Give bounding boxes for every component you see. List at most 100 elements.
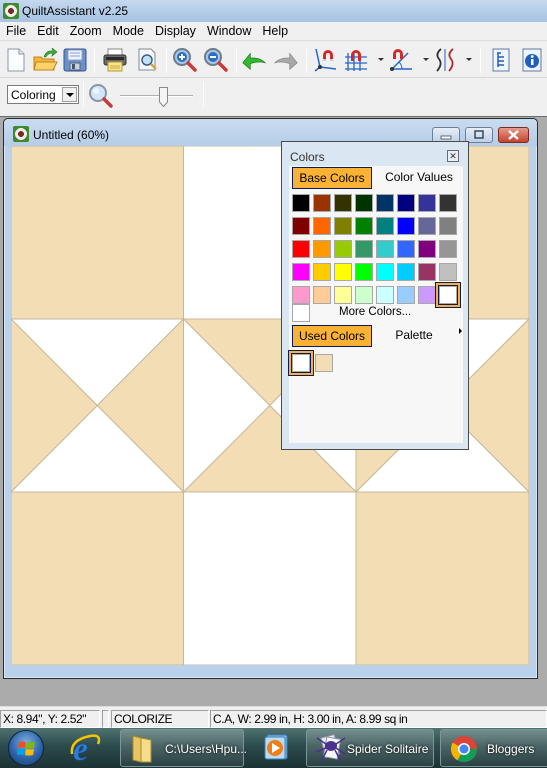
menu-display[interactable]: Display (149, 22, 201, 40)
zoom-out-button[interactable] (203, 46, 229, 74)
redo-button[interactable] (273, 46, 299, 74)
menu-mode[interactable]: Mode (107, 22, 149, 40)
base-color-swatch[interactable] (355, 194, 373, 212)
palette-submenu-arrow-icon[interactable] (459, 328, 462, 334)
snap-to-angle-button[interactable] (388, 46, 414, 74)
colors-panel-close-button[interactable]: ✕ (447, 150, 459, 162)
chevron-down-icon[interactable] (62, 87, 77, 102)
base-color-swatch[interactable] (334, 194, 352, 212)
curve-tool-dropdown-arrow[interactable] (466, 58, 472, 61)
base-color-swatch[interactable] (376, 263, 394, 281)
menu-window[interactable]: Window (201, 22, 256, 40)
base-color-swatch[interactable] (355, 263, 373, 281)
taskbar-chrome-label: Bloggers (487, 742, 535, 756)
tab-base-colors[interactable]: Base Colors (292, 167, 372, 189)
zoom-slider[interactable] (120, 87, 193, 109)
base-color-swatch[interactable] (376, 194, 394, 212)
base-color-swatch[interactable] (313, 286, 331, 304)
quilt-block-r0c0-patch[interactable] (11, 146, 184, 320)
base-color-swatch[interactable] (397, 240, 415, 258)
save-button[interactable] (62, 46, 88, 74)
base-color-swatch[interactable] (292, 240, 310, 258)
info-button[interactable] (519, 46, 545, 74)
base-color-swatch[interactable] (376, 217, 394, 235)
tab-used-colors[interactable]: Used Colors (292, 325, 372, 347)
taskbar-spider-solitaire-window[interactable]: Spider Solitaire (306, 729, 434, 767)
close-button[interactable] (498, 127, 529, 143)
base-color-swatch[interactable] (418, 240, 436, 258)
outline-button[interactable] (488, 46, 514, 74)
windows-taskbar: e C:\Users\Hpu... Spider Solitaire Blogg… (0, 728, 547, 768)
taskbar-explorer-window[interactable]: C:\Users\Hpu... (120, 729, 248, 767)
snap-to-grid-button[interactable] (343, 46, 369, 74)
base-color-swatch[interactable] (292, 194, 310, 212)
base-color-swatch[interactable] (439, 194, 457, 212)
base-color-swatch[interactable] (418, 194, 436, 212)
tab-palette[interactable]: Palette (379, 325, 449, 347)
open-button[interactable] (32, 46, 58, 74)
taskbar-chrome-window[interactable]: Bloggers (440, 729, 547, 767)
base-color-swatch[interactable] (376, 240, 394, 258)
status-coordinates: X: 8.94", Y: 2.52" (0, 710, 100, 728)
base-color-swatch[interactable] (313, 194, 331, 212)
base-color-swatch[interactable] (439, 263, 457, 281)
zoom-slider-thumb[interactable] (159, 87, 169, 108)
menu-help[interactable]: Help (256, 22, 293, 40)
start-button[interactable] (8, 730, 44, 766)
base-color-swatch[interactable] (334, 286, 352, 304)
base-color-swatch[interactable] (418, 263, 436, 281)
mode-select[interactable]: Coloring (7, 85, 79, 104)
more-colors-link[interactable]: More Colors... (339, 306, 411, 318)
used-color-swatch[interactable] (289, 351, 313, 375)
base-color-swatch[interactable] (292, 286, 310, 304)
more-colors-swatch[interactable] (292, 304, 310, 322)
snap-to-angle-dropdown-arrow[interactable] (423, 58, 429, 61)
media-player-button[interactable] (263, 732, 289, 762)
tab-color-values[interactable]: Color Values (379, 167, 459, 189)
base-color-swatch[interactable] (397, 263, 415, 281)
base-color-swatch[interactable] (376, 286, 394, 304)
base-color-swatch[interactable] (334, 217, 352, 235)
base-color-swatch[interactable] (439, 217, 457, 235)
menu-zoom[interactable]: Zoom (64, 22, 107, 40)
snap-to-intersection-button[interactable] (312, 46, 338, 74)
base-color-swatch[interactable] (418, 286, 436, 304)
base-color-swatch[interactable] (313, 263, 331, 281)
app-titlebar[interactable]: QuiltAssistant v2.25 (0, 0, 547, 22)
base-color-swatch[interactable] (397, 217, 415, 235)
base-color-swatch[interactable] (397, 286, 415, 304)
magnet-angle-icon (390, 49, 412, 71)
restore-button[interactable] (465, 127, 493, 143)
used-color-swatch[interactable] (315, 354, 333, 372)
quiltassistant-app-icon[interactable] (3, 3, 19, 19)
base-color-swatch[interactable] (313, 240, 331, 258)
snap-to-grid-dropdown-arrow[interactable] (378, 58, 384, 61)
base-color-swatch[interactable] (355, 286, 373, 304)
menu-file[interactable]: File (0, 22, 31, 40)
print-preview-button[interactable] (135, 46, 161, 74)
quilt-block-r2c1-patch[interactable] (183, 491, 357, 665)
zoom-slider-track[interactable] (120, 95, 193, 97)
menu-edit[interactable]: Edit (31, 22, 64, 40)
zoom-in-button[interactable] (172, 46, 198, 74)
base-color-swatch[interactable] (436, 283, 460, 307)
outline-document-icon (492, 48, 510, 72)
base-color-swatch[interactable] (313, 217, 331, 235)
quilt-block-r2c0-patch[interactable] (11, 491, 184, 665)
internet-explorer-button[interactable]: e (68, 731, 104, 768)
new-document-button[interactable] (3, 46, 29, 74)
base-color-swatch[interactable] (355, 240, 373, 258)
base-color-swatch[interactable] (439, 240, 457, 258)
base-color-swatch[interactable] (418, 217, 436, 235)
curve-tool-button[interactable] (432, 46, 458, 74)
base-color-swatch[interactable] (355, 217, 373, 235)
base-color-swatch[interactable] (292, 217, 310, 235)
base-color-swatch[interactable] (334, 240, 352, 258)
undo-button[interactable] (241, 46, 267, 74)
taskbar-explorer-label: C:\Users\Hpu... (165, 742, 248, 756)
print-button[interactable] (102, 46, 128, 74)
base-color-swatch[interactable] (397, 194, 415, 212)
base-color-swatch[interactable] (334, 263, 352, 281)
base-color-swatch[interactable] (292, 263, 310, 281)
quilt-block-r2c2-patch[interactable] (355, 491, 529, 665)
